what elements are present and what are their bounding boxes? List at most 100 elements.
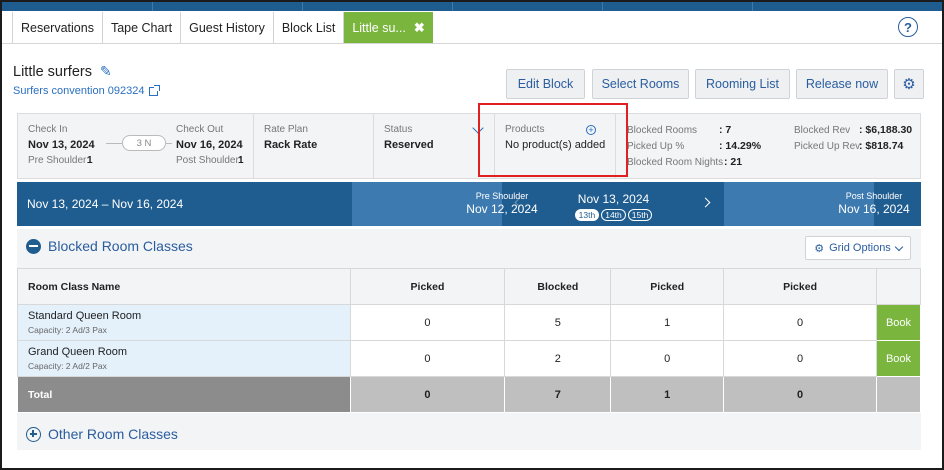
post-shoulder-title: Post Shoulder [845,191,903,201]
post-shoulder-value: 1 [238,155,244,166]
expand-icon[interactable] [26,426,41,442]
checkout-value: Nov 16, 2024 [176,139,243,151]
picked-pre-cell[interactable]: 0 [349,304,506,341]
status-label: Status [384,124,413,135]
other-room-classes-label: Other Room Classes [48,426,178,442]
total-row: Total 0 7 1 0 [17,376,922,413]
day-pill-14[interactable]: 14th [601,209,626,221]
blocked-cell[interactable]: 5 [504,304,612,341]
tab-tape-chart[interactable]: Tape Chart [102,12,182,44]
edit-block-button[interactable]: Edit Block [506,69,585,99]
blocked-rooms-value: : 7 [719,124,732,136]
book-button[interactable]: Book [875,340,922,377]
picked-cell[interactable]: 1 [610,304,725,341]
nights-line-right [166,143,172,144]
total-action [875,376,922,413]
select-rooms-button[interactable]: Select Rooms [592,69,689,99]
tab-bar: Reservations Tape Chart Guest History Bl… [12,12,433,44]
total-label: Total [17,376,351,413]
col-picked-post: Picked [723,268,877,305]
picked-rev-value: : $818.74 [859,140,904,152]
gear-icon: ⚙ [814,242,825,255]
blocked-rooms-label: Blocked Rooms [627,125,698,136]
room-class-capacity: Capacity: 2 Ad/3 Pax [28,325,107,335]
tab-label: Little su... [352,21,406,35]
highlight-box [478,103,628,177]
current-date-cell: Nov 13, 2024 13th 14th 15th [506,182,721,226]
day-pills: 13th 14th 15th [506,209,721,221]
table-row: Standard Queen Room Capacity: 2 Ad/3 Pax… [17,304,922,341]
release-now-button[interactable]: Release now [796,69,888,99]
col-action [875,268,922,305]
blocked-nights-label: Blocked Room Nights [627,157,724,168]
pencil-icon[interactable]: ✎ [100,63,112,80]
blocked-room-classes-header[interactable]: Blocked Room Classes [26,238,193,254]
current-date: Nov 13, 2024 [577,192,650,206]
grid-header-row: Room Class Name Picked Blocked Picked Pi… [17,268,922,305]
blocked-rev-value: : $6,188.30 [859,124,913,136]
post-shoulder-date: Nov 16, 2024 [838,202,910,216]
blocked-rev-label: Blocked Rev [794,125,851,136]
picked-post-cell[interactable]: 0 [723,340,877,377]
nights-line-left [106,143,122,144]
post-shoulder-label: Post Shoulder: [176,155,242,166]
room-class-name: Grand Queen Room [28,346,128,358]
col-picked-pre: Picked [349,268,506,305]
rate-plan-value: Rack Rate [264,139,318,151]
picked-cell[interactable]: 0 [610,340,725,377]
block-link[interactable]: Surfers convention 092324 [13,84,161,97]
nights-badge: 3 N [122,135,166,151]
room-class-name: Standard Queen Room [28,310,142,322]
blocked-nights-value: : 21 [724,156,743,168]
tab-little-surfers[interactable]: Little su... ✖ [344,12,433,44]
rate-plan-block: Rate Plan Rack Rate [254,114,374,178]
total-picked: 1 [610,376,725,413]
tab-block-list[interactable]: Block List [273,12,345,44]
tab-divider [2,43,942,44]
picked-pre-cell[interactable]: 0 [349,340,506,377]
gear-icon[interactable]: ⚙ [894,69,924,99]
picked-up-pct-value: : 14.29% [719,140,762,152]
table-row: Grand Queen Room Capacity: 2 Ad/2 Pax 0 … [17,340,922,377]
external-link-icon[interactable] [149,84,161,96]
pre-shoulder-label: Pre Shoulder: [28,155,90,166]
close-icon[interactable]: ✖ [414,20,425,36]
day-pill-15[interactable]: 15th [627,209,653,221]
block-link-label[interactable]: Surfers convention 092324 [13,85,144,97]
rooming-list-button[interactable]: Rooming List [695,69,790,99]
date-range: Nov 13, 2024 – Nov 16, 2024 [27,197,184,211]
top-header-bar [2,2,942,11]
collapse-icon[interactable] [26,238,41,254]
room-class-grid: Room Class Name Picked Blocked Picked Pi… [17,268,922,413]
rate-plan-label: Rate Plan [264,124,308,135]
col-room-class-name: Room Class Name [17,268,351,305]
grid-options-label: Grid Options [829,242,891,254]
col-blocked: Blocked [504,268,612,305]
section-title: Blocked Room Classes [48,238,193,254]
checkin-value: Nov 13, 2024 [28,139,95,151]
checkout-label: Check Out [176,124,224,135]
total-blocked: 7 [504,376,612,413]
block-summary: Check In Nov 13, 2024 Pre Shoulder: 1 3 … [17,113,921,179]
room-class-cell: Grand Queen Room Capacity: 2 Ad/2 Pax [17,340,351,377]
book-button[interactable]: Book [875,304,922,341]
tab-guest-history[interactable]: Guest History [181,12,274,44]
blocked-cell[interactable]: 2 [504,340,612,377]
pre-shoulder-value: 1 [87,155,93,166]
tab-reservations[interactable]: Reservations [12,12,103,44]
pre-shoulder-cell[interactable]: Pre Shoulder Nov 12, 2024 [352,182,538,226]
block-name: Little surfers [13,63,92,80]
total-picked-pre: 0 [349,376,506,413]
grid-options-button[interactable]: ⚙ Grid Options [805,236,911,260]
chevron-down-icon [894,242,904,251]
room-classes-section: Blocked Room Classes ⚙ Grid Options Room… [17,229,922,450]
other-room-classes-header[interactable]: Other Room Classes [26,426,178,442]
day-pill-13[interactable]: 13th [574,209,600,221]
block-title: Little surfers ✎ [13,63,112,80]
picked-post-cell[interactable]: 0 [723,304,877,341]
col-picked: Picked [610,268,725,305]
post-shoulder-cell[interactable]: Post Shoulder Nov 16, 2024 [724,182,910,226]
picked-up-pct-label: Picked Up % [627,141,685,152]
help-icon[interactable]: ? [898,17,918,37]
status-block[interactable]: Status Reserved [374,114,495,178]
